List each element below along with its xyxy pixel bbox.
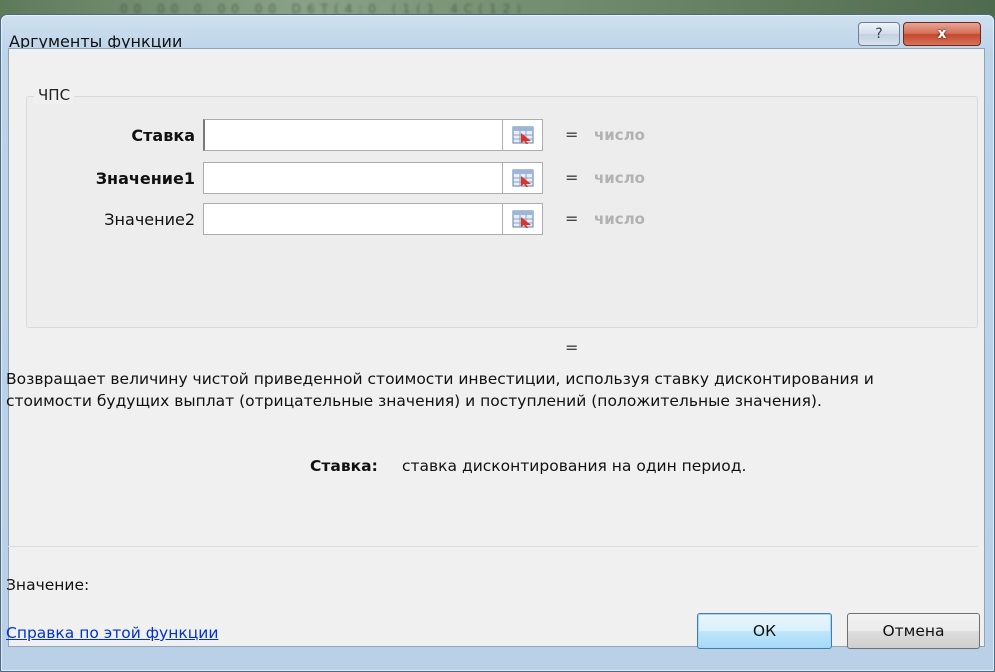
function-result-equals: = [565,338,579,357]
help-icon: ? [875,26,883,42]
cancel-button[interactable]: Отмена [847,613,980,649]
equals-sign: = [565,125,579,144]
stavka-input[interactable] [203,119,503,151]
range-select-icon [512,169,533,187]
value-label: Значение: [6,576,90,594]
help-link[interactable]: Справка по этой функции [6,624,218,642]
range-select-icon [512,126,533,144]
argument-label: Значение1 [95,169,195,188]
argument-label: Ставка [131,126,195,145]
argument-result: число [594,210,645,228]
equals-sign: = [565,209,579,228]
close-icon: x [937,26,947,42]
argument-result: число [594,126,645,144]
collapse-dialog-button[interactable] [503,162,543,194]
collapse-dialog-button[interactable] [503,119,543,151]
argument-row-znachenie1: Значение1 = число [0,162,995,196]
collapse-dialog-button[interactable] [503,203,543,235]
znachenie2-input[interactable] [203,203,503,235]
argument-result: число [594,169,645,187]
argument-label: Значение2 [104,210,195,229]
argument-row-stavka: Ставка = число [0,119,995,153]
equals-sign: = [565,168,579,187]
range-select-icon [512,210,533,228]
close-button[interactable]: x [903,22,981,46]
ok-button[interactable]: ОК [697,613,832,649]
function-description: Возвращает величину чистой приведенной с… [6,370,874,410]
znachenie1-input[interactable] [203,162,503,194]
argument-help-text: ставка дисконтирования на один период. [402,457,747,475]
argument-row-znachenie2: Значение2 = число [0,203,995,237]
divider [8,546,978,547]
function-name: ЧПС [34,86,75,104]
help-button[interactable]: ? [858,22,900,46]
argument-help-name: Ставка: [310,457,378,475]
